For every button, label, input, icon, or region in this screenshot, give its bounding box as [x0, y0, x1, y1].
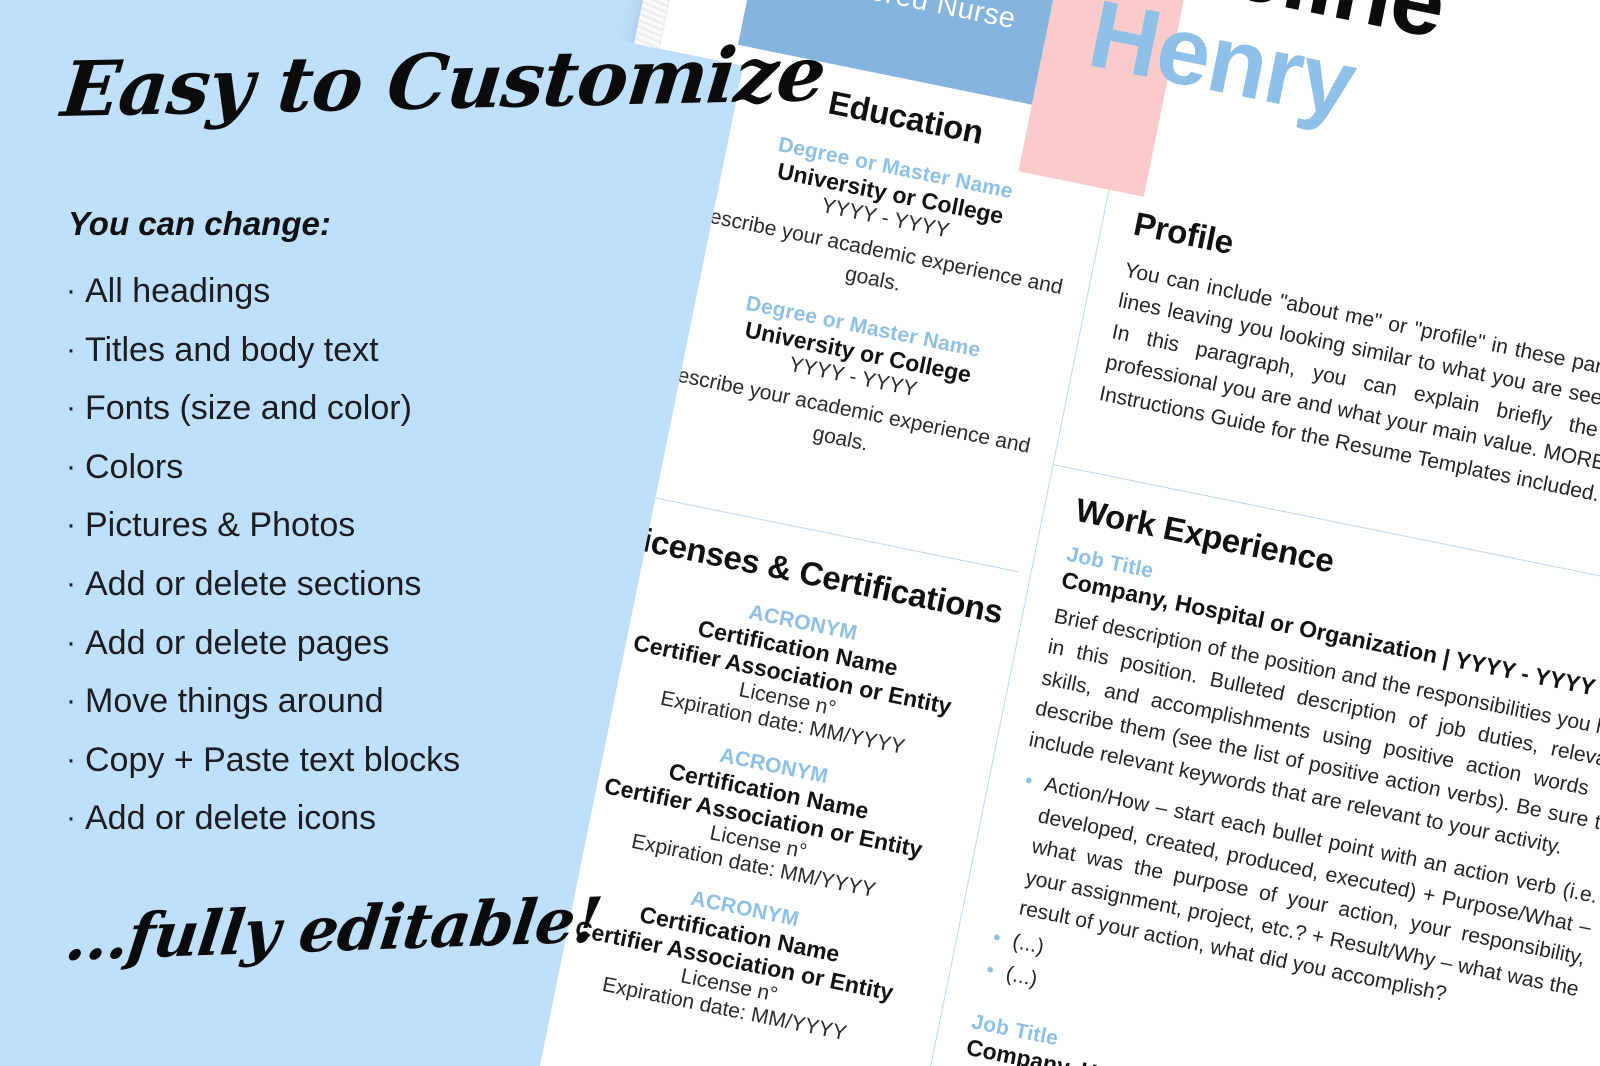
bullet-icon: • [984, 958, 997, 983]
work-entry: Job Title Company, Hospital or Organizat… [979, 542, 1600, 1066]
promo-feature-item: · Fonts (size and color) [66, 379, 626, 438]
bullet-dot-icon: · [66, 625, 76, 659]
promo-feature-label: Pictures & Photos [85, 506, 356, 545]
promo-feature-item: · Colors [66, 438, 626, 497]
bullet-dot-icon: · [66, 742, 76, 776]
bullet-dot-icon: · [66, 449, 76, 483]
bullet-icon: • [990, 925, 1003, 950]
promo-feature-item: · Add or delete icons [66, 789, 626, 848]
bullet-dot-icon: · [66, 391, 76, 425]
bullet-text: (...) [1003, 962, 1040, 992]
promo-feature-label: Colors [85, 447, 184, 486]
bullet-dot-icon: · [66, 508, 76, 542]
bullet-dot-icon: · [66, 332, 76, 366]
promo-feature-item: · Titles and body text [66, 321, 626, 380]
promo-panel: Easy to Customize You can change: · All h… [0, 0, 830, 1066]
promo-feature-label: Fonts (size and color) [85, 389, 412, 428]
promo-feature-label: Add or delete icons [85, 799, 377, 838]
bullet-dot-icon: · [66, 566, 76, 600]
bullet-dot-icon: · [66, 274, 76, 307]
promo-feature-label: All headings [85, 272, 271, 310]
bullet-icon: • [1022, 769, 1035, 794]
promo-footer: ...fully editable! [61, 883, 606, 975]
promo-feature-item: · Move things around [66, 672, 626, 731]
promo-feature-label: Titles and body text [85, 330, 379, 369]
work-experience-section: Work Experience Job Title Company, Hospi… [931, 491, 1600, 1066]
promo-feature-label: Add or delete pages [85, 623, 390, 662]
bullet-dot-icon: · [66, 801, 76, 835]
promo-feature-item: · Add or delete sections [66, 555, 626, 614]
promo-feature-label: Move things around [85, 682, 384, 721]
profile-section: Profile You can include "about me" or "p… [1097, 205, 1600, 529]
promo-subtitle: You can change: [68, 205, 331, 242]
promo-feature-list: · All headings · Titles and body text · Fonts… [66, 262, 626, 848]
promo-feature-item: · Pictures & Photos [66, 496, 626, 555]
promo-feature-label: Add or delete sections [85, 564, 422, 603]
bullet-text: (...) [1010, 929, 1047, 959]
bullet-dot-icon: · [66, 684, 76, 718]
promo-feature-item: · Copy + Paste text blocks [66, 731, 626, 790]
promo-feature-label: Copy + Paste text blocks [85, 740, 461, 779]
promo-feature-item: · All headings [66, 262, 626, 321]
promo-title: Easy to Customize [57, 29, 830, 134]
promo-feature-item: · Add or delete pages [66, 614, 626, 673]
